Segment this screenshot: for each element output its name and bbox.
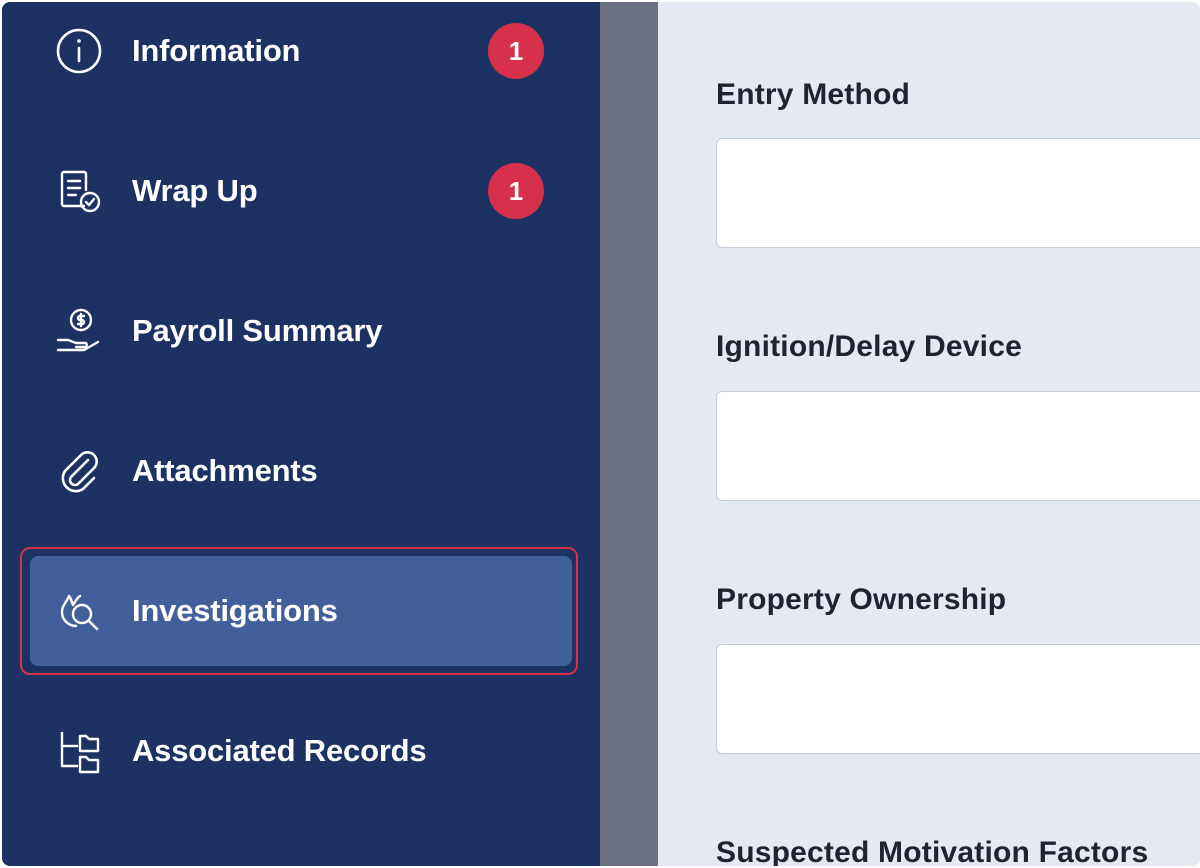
notification-badge: 1 — [488, 23, 544, 79]
sidebar-nav: Information 1 Wrap Up 1 Payroll Summary … — [2, 2, 600, 866]
sidebar-item-label: Payroll Summary — [132, 313, 383, 348]
ignition-delay-device-field[interactable] — [716, 391, 1200, 501]
suspected-motivation-factors-label: Suspected Motivation Factors — [716, 836, 1149, 866]
app-window: Information 1 Wrap Up 1 Payroll Summary … — [2, 2, 1200, 866]
notification-badge: 1 — [488, 163, 544, 219]
property-ownership-field[interactable] — [716, 644, 1200, 754]
sidebar-item-label: Attachments — [132, 453, 318, 488]
sidebar-item-associated-records[interactable]: Associated Records — [30, 696, 572, 806]
sidebar-item-investigations[interactable]: Investigations — [30, 556, 572, 666]
form-panel: Entry Method Ignition/Delay Device Prope… — [658, 2, 1200, 866]
property-ownership-label: Property Ownership — [716, 583, 1007, 616]
paperclip-icon — [52, 444, 106, 498]
entry-method-label: Entry Method — [716, 78, 911, 111]
sidebar-item-label: Investigations — [132, 593, 338, 628]
hand-dollar-icon — [52, 304, 106, 358]
sidebar-item-payroll-summary[interactable]: Payroll Summary — [30, 276, 572, 386]
info-icon — [52, 24, 106, 78]
entry-method-field[interactable] — [716, 138, 1200, 248]
sidebar-item-label: Wrap Up — [132, 173, 258, 208]
folder-tree-icon — [52, 724, 106, 778]
sidebar-item-label: Information — [132, 33, 301, 68]
document-check-icon — [52, 164, 106, 218]
panel-divider — [600, 2, 658, 866]
ignition-delay-device-label: Ignition/Delay Device — [716, 330, 1022, 363]
sidebar-item-information[interactable]: Information 1 — [30, 2, 572, 106]
investigation-icon — [52, 584, 106, 638]
sidebar-item-attachments[interactable]: Attachments — [30, 416, 572, 526]
sidebar-item-label: Associated Records — [132, 733, 427, 768]
sidebar-item-wrap-up[interactable]: Wrap Up 1 — [30, 136, 572, 246]
